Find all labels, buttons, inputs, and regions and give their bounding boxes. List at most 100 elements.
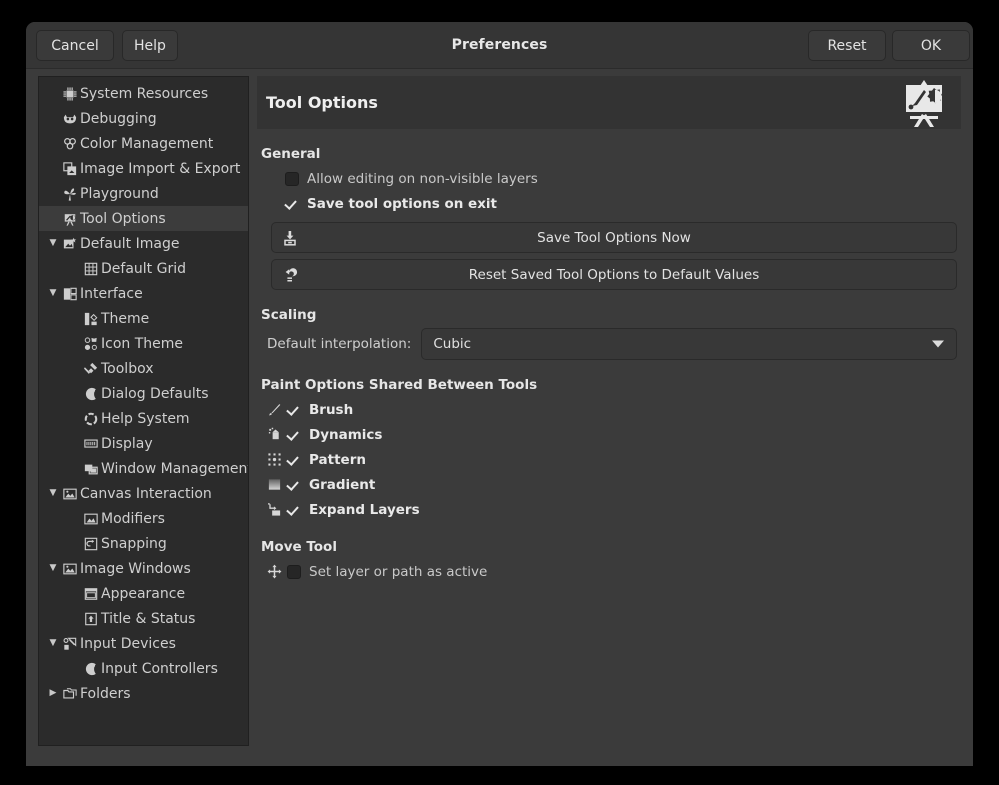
easel-brush-icon [61, 212, 79, 226]
gradient-checkbox[interactable] [287, 478, 301, 492]
dialog-body: System Resources Debugging Color Managemen… [26, 70, 973, 766]
ok-button[interactable]: OK [892, 30, 970, 61]
option-row-set-layer-active[interactable]: Set layer or path as active [261, 559, 961, 584]
expand-layers-icon [261, 502, 287, 517]
sidebar-item-icon-theme[interactable]: Icon Theme [39, 331, 248, 356]
preferences-content: Tool Options [257, 76, 961, 746]
sidebar-item-playground[interactable]: Playground [39, 181, 248, 206]
sidebar-item-system-resources[interactable]: System Resources [39, 81, 248, 106]
sidebar-item-label: Input Devices [80, 636, 176, 652]
option-row-pattern[interactable]: Pattern [261, 447, 961, 472]
sidebar-item-default-image[interactable]: ▼Default Image [39, 231, 248, 256]
sidebar-item-folders[interactable]: ▶Folders [39, 681, 248, 706]
sidebar-item-toolbox[interactable]: Toolbox [39, 356, 248, 381]
chip-icon [61, 87, 79, 101]
theme-icon [82, 312, 100, 326]
save-on-exit-label: Save tool options on exit [307, 196, 497, 212]
sidebar-item-interface[interactable]: ▼Interface [39, 281, 248, 306]
sidebar-item-label: Modifiers [101, 511, 165, 527]
set-layer-active-checkbox[interactable] [287, 565, 301, 579]
dynamics-checkbox[interactable] [287, 428, 301, 442]
sidebar-item-label: Debugging [80, 111, 157, 127]
sidebar-tree: System Resources Debugging Color Managemen… [39, 77, 248, 706]
option-row-save-on-exit[interactable]: Save tool options on exit [261, 191, 961, 216]
easel-brush-icon [898, 78, 950, 128]
sidebar-item-theme[interactable]: Theme [39, 306, 248, 331]
chevron-down-icon [932, 341, 944, 348]
move-cross-icon [261, 564, 287, 579]
chevron-down-icon[interactable]: ▼ [45, 489, 61, 498]
preferences-sidebar[interactable]: System Resources Debugging Color Managemen… [38, 76, 249, 746]
grid-icon [82, 262, 100, 276]
sidebar-item-window-management[interactable]: Window Management [39, 456, 248, 481]
appearance-icon [82, 587, 100, 601]
option-row-expand-layers[interactable]: Expand Layers [261, 497, 961, 522]
sidebar-item-snapping[interactable]: Snapping [39, 531, 248, 556]
default-interpolation-label: Default interpolation: [267, 336, 411, 352]
sidebar-item-image-import-export[interactable]: Image Import & Export [39, 156, 248, 181]
sidebar-item-canvas-interaction[interactable]: ▼ Canvas Interaction [39, 481, 248, 506]
reset-button[interactable]: Reset [808, 30, 886, 61]
option-row-dynamics[interactable]: Dynamics [261, 422, 961, 447]
brush-icon [261, 402, 287, 417]
chevron-down-icon[interactable]: ▼ [45, 239, 61, 248]
sidebar-item-label: Tool Options [80, 211, 166, 227]
save-tool-options-now-button[interactable]: Save Tool Options Now [271, 222, 957, 253]
sidebar-item-input-controllers[interactable]: Input Controllers [39, 656, 248, 681]
sidebar-item-default-grid[interactable]: Default Grid [39, 256, 248, 281]
sidebar-item-input-devices[interactable]: ▼ Input Devices [39, 631, 248, 656]
sidebar-item-label: Dialog Defaults [101, 386, 209, 402]
sidebar-item-modifiers[interactable]: Modifiers [39, 506, 248, 531]
brush-label: Brush [309, 402, 353, 418]
sidebar-item-dialog-defaults[interactable]: Dialog Defaults [39, 381, 248, 406]
option-row-allow-editing[interactable]: Allow editing on non-visible layers [261, 166, 961, 191]
option-row-gradient[interactable]: Gradient [261, 472, 961, 497]
window-footer [26, 748, 973, 766]
sidebar-item-label: Default Grid [101, 261, 186, 277]
sidebar-item-appearance[interactable]: Appearance [39, 581, 248, 606]
controller-icon [82, 662, 100, 676]
icon-theme-icon [82, 337, 100, 351]
brush-checkbox[interactable] [287, 403, 301, 417]
expand-layers-checkbox[interactable] [287, 503, 301, 517]
sidebar-item-label: Color Management [80, 136, 213, 152]
allow-editing-checkbox[interactable] [285, 172, 299, 186]
sidebar-item-title-status[interactable]: Title & Status [39, 606, 248, 631]
page-title: Tool Options [266, 93, 378, 112]
sidebar-item-debugging[interactable]: Debugging [39, 106, 248, 131]
save-down-icon [282, 230, 298, 246]
pattern-checkbox[interactable] [287, 453, 301, 467]
sidebar-item-label: Toolbox [101, 361, 154, 377]
sidebar-item-label: Title & Status [101, 611, 195, 627]
sidebar-item-label: Canvas Interaction [80, 486, 212, 502]
sidebar-item-label: Image Import & Export [80, 161, 240, 177]
sidebar-item-display[interactable]: Display [39, 431, 248, 456]
image-window-icon [61, 562, 79, 576]
sidebar-item-image-windows[interactable]: ▼Image Windows [39, 556, 248, 581]
default-interpolation-select[interactable]: Cubic [421, 328, 957, 360]
chevron-down-icon[interactable]: ▼ [45, 289, 61, 298]
option-row-brush[interactable]: Brush [261, 397, 961, 422]
section-title-move-tool: Move Tool [261, 539, 961, 555]
reset-saved-tool-options-button[interactable]: Reset Saved Tool Options to Default Valu… [271, 259, 957, 290]
sidebar-item-tool-options[interactable]: Tool Options [39, 206, 248, 231]
save-on-exit-checkbox[interactable] [285, 197, 299, 211]
gradient-label: Gradient [309, 477, 375, 493]
sidebar-item-label: Theme [101, 311, 149, 327]
sidebar-item-help-system[interactable]: Help System [39, 406, 248, 431]
revert-arrow-icon [282, 267, 298, 283]
sidebar-item-color-management[interactable]: Color Management [39, 131, 248, 156]
chevron-down-icon[interactable]: ▼ [45, 639, 61, 648]
sidebar-item-label: Display [101, 436, 153, 452]
section-title-paint-options: Paint Options Shared Between Tools [261, 377, 961, 393]
chevron-down-icon[interactable]: ▼ [45, 564, 61, 573]
preferences-window: Cancel Help Preferences Reset OK System … [26, 22, 973, 766]
pattern-icon [261, 452, 287, 467]
windows-icon [82, 462, 100, 476]
allow-editing-label: Allow editing on non-visible layers [307, 171, 538, 187]
pinwheel-icon [61, 187, 79, 201]
paint-options-list: Brush DynamicsPattern Gradient Expand Layer… [257, 397, 961, 522]
canvas-icon [61, 487, 79, 501]
sidebar-item-label: Input Controllers [101, 661, 218, 677]
chevron-right-icon[interactable]: ▶ [45, 689, 61, 698]
